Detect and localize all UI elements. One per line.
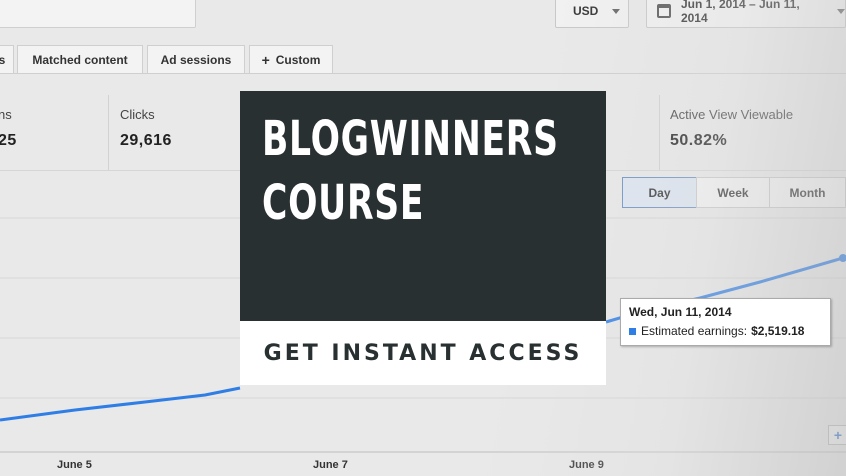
banner-cta-label: GET INSTANT ACCESS (263, 340, 583, 366)
x-tick-label: June 5 (57, 459, 92, 471)
banner-title-line-2: COURSE (262, 175, 425, 231)
tooltip-value: $2,519.18 (751, 324, 805, 338)
chart-tooltip: Wed, Jun 11, 2014 Estimated earnings: $2… (620, 298, 831, 346)
tooltip-line: Estimated earnings: $2,519.18 (629, 324, 822, 338)
banner-title-panel: BLOGWINNERS COURSE (240, 91, 606, 321)
x-tick-label: June 7 (313, 459, 348, 471)
tooltip-date: Wed, Jun 11, 2014 (629, 305, 732, 319)
series-swatch (629, 327, 636, 335)
course-banner[interactable]: BLOGWINNERS COURSE GET INSTANT ACCESS (240, 91, 606, 385)
get-instant-access-button[interactable]: GET INSTANT ACCESS (240, 321, 606, 385)
x-tick-label: June 9 (569, 459, 604, 471)
data-point[interactable] (839, 254, 846, 262)
banner-title-line-1: BLOGWINNERS (262, 111, 559, 167)
tooltip-label: Estimated earnings: (641, 324, 748, 338)
zoom-in-icon[interactable]: + (828, 425, 846, 445)
banner-title: BLOGWINNERS COURSE (262, 107, 559, 235)
